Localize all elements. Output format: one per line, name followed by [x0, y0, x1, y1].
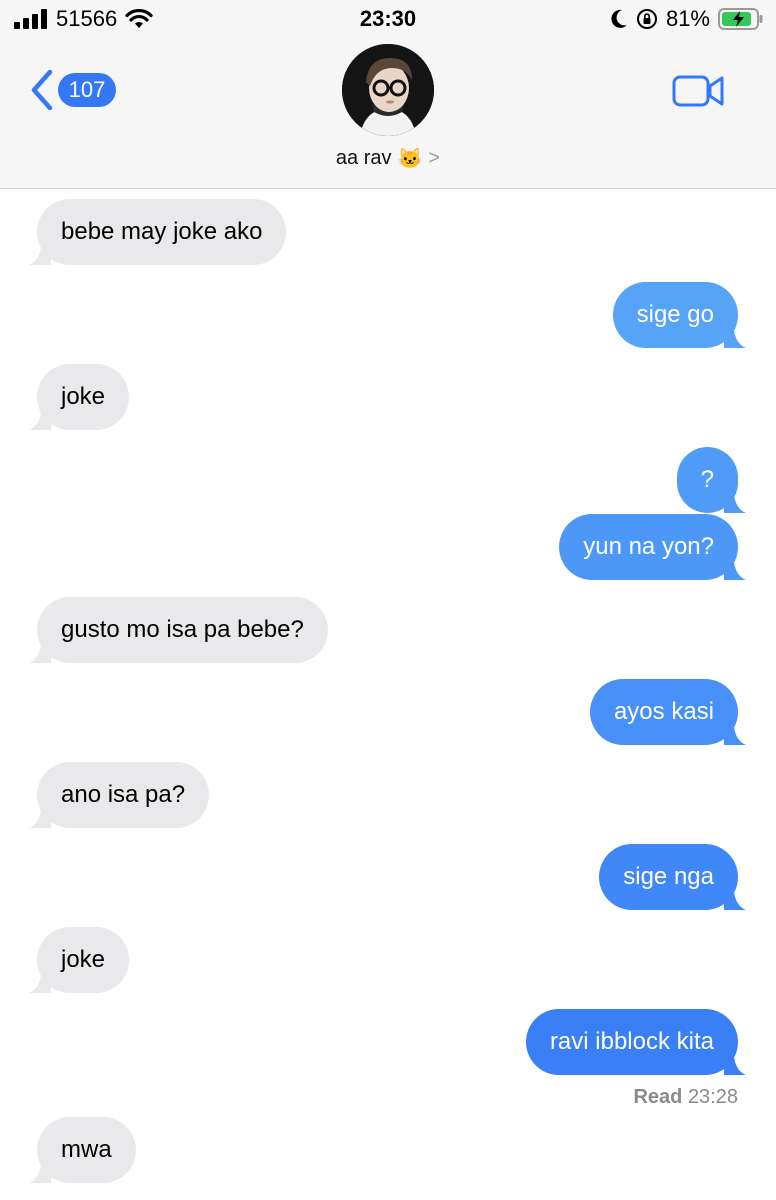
- back-button[interactable]: 107: [30, 70, 116, 110]
- battery-icon: [718, 8, 763, 30]
- bubble-tail: [724, 1053, 746, 1075]
- incoming-message-bubble[interactable]: joke: [29, 927, 130, 993]
- orientation-lock-icon: [636, 9, 657, 29]
- avatar-photo: [342, 44, 434, 136]
- message-text: ayos kasi: [613, 698, 714, 725]
- unread-count-badge: 107: [58, 73, 116, 107]
- bubble-tail: [29, 641, 51, 663]
- message-thread[interactable]: bebe may joke ako sige go joke? yun na yon?…: [0, 189, 776, 1200]
- video-camera-icon: [672, 75, 724, 107]
- contact-name: aa rav: [335, 147, 392, 169]
- bubble-tail: [29, 1161, 51, 1183]
- message-text: mwa: [61, 1136, 112, 1163]
- outgoing-message-bubble[interactable]: sige go: [612, 282, 746, 348]
- bubble-tail: [29, 408, 51, 430]
- bubble-tail: [29, 243, 51, 265]
- read-receipt: Read 23:28: [633, 1086, 738, 1109]
- bubble-tail: [29, 971, 51, 993]
- message-text: joke: [61, 383, 106, 410]
- message-text: ?: [700, 466, 714, 493]
- incoming-message-bubble[interactable]: mwa: [29, 1117, 136, 1183]
- message-text: sige nga: [623, 863, 714, 890]
- incoming-message-bubble[interactable]: ano isa pa?: [29, 762, 210, 828]
- outgoing-message-bubble[interactable]: sige nga: [599, 844, 746, 910]
- message-text: yun na yon?: [583, 533, 714, 560]
- message-text: gusto mo isa pa bebe?: [61, 616, 304, 643]
- bubble-tail: [724, 888, 746, 910]
- status-bar: 51566 23:30 81%: [0, 0, 776, 40]
- outgoing-message-bubble[interactable]: ?: [676, 447, 746, 513]
- outgoing-message-bubble[interactable]: yun na yon?: [559, 514, 746, 580]
- outgoing-message-bubble[interactable]: ravi ibblock kita: [525, 1009, 746, 1075]
- message-text: ravi ibblock kita: [549, 1028, 714, 1055]
- battery-percent: 81%: [665, 6, 710, 31]
- message-text: bebe may joke ako: [61, 218, 263, 245]
- chevron-right-icon: >: [428, 147, 441, 169]
- bubble-tail: [724, 491, 746, 513]
- bubble-tail: [724, 723, 746, 745]
- bubble-tail: [724, 558, 746, 580]
- chevron-left-icon: [31, 70, 53, 110]
- contact-emoji: 🐱: [397, 148, 423, 170]
- read-time: 23:28: [687, 1086, 738, 1108]
- incoming-message-bubble[interactable]: bebe may joke ako: [29, 199, 287, 265]
- bubble-tail: [29, 806, 51, 828]
- moon-icon: [611, 9, 627, 28]
- incoming-message-bubble[interactable]: gusto mo isa pa bebe?: [29, 597, 328, 663]
- message-text: joke: [61, 946, 106, 973]
- status-right: 81%: [610, 6, 764, 32]
- message-text: ano isa pa?: [61, 781, 186, 808]
- facetime-video-button[interactable]: [672, 74, 724, 113]
- contact-avatar[interactable]: [342, 44, 434, 136]
- read-label: Read: [633, 1086, 683, 1108]
- bubble-tail: [724, 326, 746, 348]
- message-text: sige go: [636, 301, 714, 328]
- incoming-message-bubble[interactable]: joke: [29, 364, 130, 430]
- contact-name-row[interactable]: aa rav 🐱 >: [0, 146, 776, 171]
- outgoing-message-bubble[interactable]: ayos kasi: [589, 679, 746, 745]
